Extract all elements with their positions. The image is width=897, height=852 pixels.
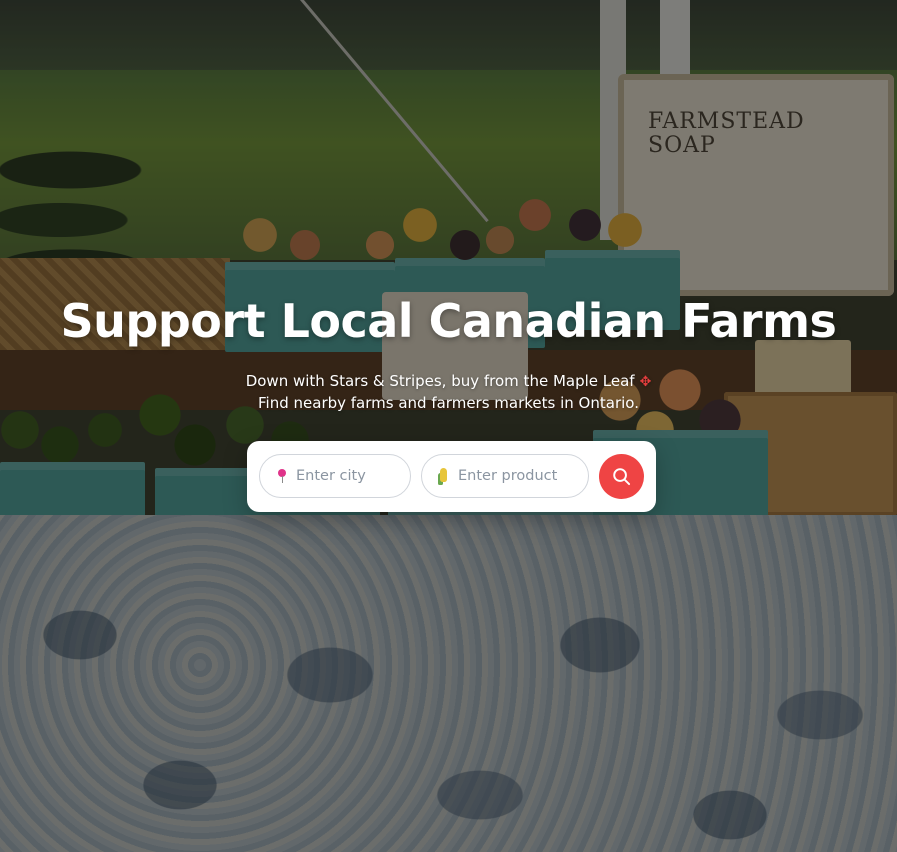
pushpin-icon xyxy=(275,467,289,485)
dark-overlay xyxy=(0,0,897,852)
subtitle-line-2: Find nearby farms and farmers markets in… xyxy=(258,394,639,412)
hero-subtitle: Down with Stars & Stripes, buy from the … xyxy=(0,371,897,414)
hero-section: FARMSTEAD SOAP Support Local Canadian Fa… xyxy=(0,0,897,852)
subtitle-line-1: Down with Stars & Stripes, buy from the … xyxy=(0,371,897,393)
maple-leaf-icon: ✥ xyxy=(639,374,652,390)
city-input[interactable] xyxy=(296,455,400,497)
hero-title: Support Local Canadian Farms xyxy=(60,294,837,348)
product-input[interactable] xyxy=(458,455,578,497)
corn-icon xyxy=(437,467,451,485)
product-field[interactable] xyxy=(421,454,589,498)
subtitle-line-1-text: Down with Stars & Stripes, buy from the … xyxy=(245,372,635,390)
search-button[interactable] xyxy=(599,454,644,499)
search-card xyxy=(247,441,656,512)
city-field[interactable] xyxy=(259,454,411,498)
search-icon xyxy=(613,468,631,486)
